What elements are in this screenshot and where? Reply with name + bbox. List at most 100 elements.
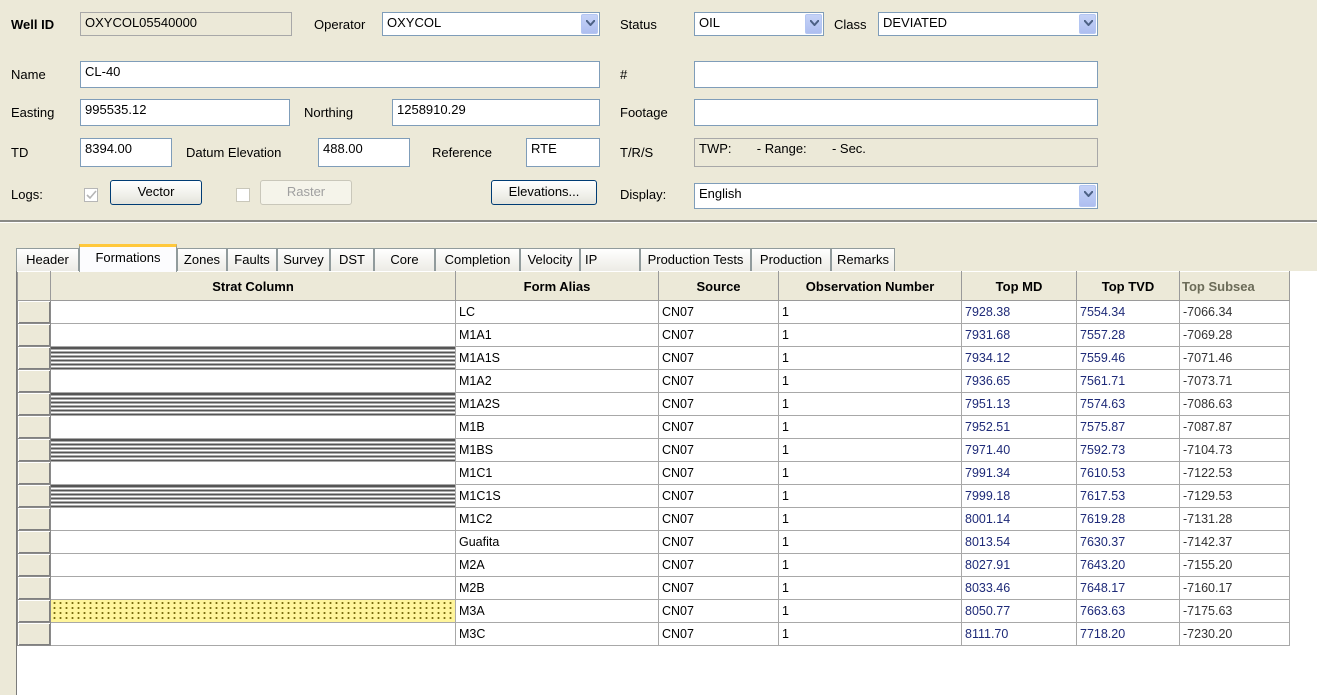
row-selector[interactable] bbox=[17, 300, 51, 324]
observation-number-cell[interactable]: 1 bbox=[778, 622, 962, 646]
observation-number-cell[interactable]: 1 bbox=[778, 323, 962, 347]
observation-number-cell[interactable]: 1 bbox=[778, 369, 962, 393]
observation-number-cell[interactable]: 1 bbox=[778, 392, 962, 416]
strat-column-cell[interactable] bbox=[50, 369, 456, 393]
table-row[interactable]: M1C1 CN07 1 7991.34 7610.53 -7122.53 bbox=[17, 461, 1290, 485]
top-tvd-cell[interactable]: 7663.63 bbox=[1076, 599, 1180, 623]
datum-elevation-input[interactable]: 488.00 bbox=[318, 138, 410, 167]
row-selector[interactable] bbox=[17, 323, 51, 347]
form-alias-cell[interactable]: M1B bbox=[455, 415, 659, 439]
top-md-cell[interactable]: 7934.12 bbox=[961, 346, 1077, 370]
form-alias-cell[interactable]: Guafita bbox=[455, 530, 659, 554]
column-header-source[interactable]: Source bbox=[658, 271, 779, 301]
name-input[interactable]: CL-40 bbox=[80, 61, 600, 88]
reference-input[interactable]: RTE bbox=[526, 138, 600, 167]
source-cell[interactable]: CN07 bbox=[658, 599, 779, 623]
top-md-cell[interactable]: 7971.40 bbox=[961, 438, 1077, 462]
row-selector[interactable] bbox=[17, 599, 51, 623]
row-selector[interactable] bbox=[17, 622, 51, 646]
footage-input[interactable] bbox=[694, 99, 1098, 126]
top-subsea-cell[interactable]: -7066.34 bbox=[1179, 300, 1290, 324]
top-subsea-cell[interactable]: -7160.17 bbox=[1179, 576, 1290, 600]
top-subsea-cell[interactable]: -7069.28 bbox=[1179, 323, 1290, 347]
observation-number-cell[interactable]: 1 bbox=[778, 576, 962, 600]
status-select[interactable]: OIL bbox=[694, 12, 824, 36]
northing-input[interactable]: 1258910.29 bbox=[392, 99, 600, 126]
row-selector[interactable] bbox=[17, 346, 51, 370]
top-md-cell[interactable]: 8033.46 bbox=[961, 576, 1077, 600]
source-cell[interactable]: CN07 bbox=[658, 576, 779, 600]
form-alias-cell[interactable]: M3A bbox=[455, 599, 659, 623]
top-subsea-cell[interactable]: -7230.20 bbox=[1179, 622, 1290, 646]
form-alias-cell[interactable]: M3C bbox=[455, 622, 659, 646]
form-alias-cell[interactable]: M1BS bbox=[455, 438, 659, 462]
tab-faults[interactable]: Faults bbox=[227, 248, 277, 271]
strat-column-cell[interactable] bbox=[50, 530, 456, 554]
table-row[interactable]: M1A2 CN07 1 7936.65 7561.71 -7073.71 bbox=[17, 369, 1290, 393]
observation-number-cell[interactable]: 1 bbox=[778, 346, 962, 370]
table-row[interactable]: LC CN07 1 7928.38 7554.34 -7066.34 bbox=[17, 300, 1290, 324]
strat-column-cell[interactable] bbox=[50, 438, 456, 462]
row-selector[interactable] bbox=[17, 530, 51, 554]
top-tvd-cell[interactable]: 7574.63 bbox=[1076, 392, 1180, 416]
column-header-strat-column[interactable]: Strat Column bbox=[50, 271, 456, 301]
easting-input[interactable]: 995535.12 bbox=[80, 99, 290, 126]
tab-zones[interactable]: Zones bbox=[177, 248, 227, 271]
chevron-down-icon[interactable] bbox=[805, 14, 822, 34]
source-cell[interactable]: CN07 bbox=[658, 415, 779, 439]
tab-production[interactable]: Production bbox=[751, 248, 831, 271]
observation-number-cell[interactable]: 1 bbox=[778, 599, 962, 623]
row-selector-header[interactable] bbox=[17, 271, 51, 301]
source-cell[interactable]: CN07 bbox=[658, 507, 779, 531]
source-cell[interactable]: CN07 bbox=[658, 553, 779, 577]
tab-remarks[interactable]: Remarks bbox=[831, 248, 895, 271]
observation-number-cell[interactable]: 1 bbox=[778, 507, 962, 531]
source-cell[interactable]: CN07 bbox=[658, 323, 779, 347]
top-md-cell[interactable]: 7952.51 bbox=[961, 415, 1077, 439]
form-alias-cell[interactable]: M1C1 bbox=[455, 461, 659, 485]
row-selector[interactable] bbox=[17, 553, 51, 577]
form-alias-cell[interactable]: LC bbox=[455, 300, 659, 324]
raster-checkbox[interactable] bbox=[236, 188, 250, 202]
chevron-down-icon[interactable] bbox=[1079, 185, 1096, 207]
column-header-top-tvd[interactable]: Top TVD bbox=[1076, 271, 1180, 301]
strat-column-cell[interactable] bbox=[50, 599, 456, 623]
class-select[interactable]: DEVIATED bbox=[878, 12, 1098, 36]
column-header-observation-number[interactable]: Observation Number bbox=[778, 271, 962, 301]
chevron-down-icon[interactable] bbox=[581, 14, 598, 34]
top-md-cell[interactable]: 8050.77 bbox=[961, 599, 1077, 623]
top-tvd-cell[interactable]: 7554.34 bbox=[1076, 300, 1180, 324]
table-row[interactable]: M1C2 CN07 1 8001.14 7619.28 -7131.28 bbox=[17, 507, 1290, 531]
form-alias-cell[interactable]: M2B bbox=[455, 576, 659, 600]
top-subsea-cell[interactable]: -7142.37 bbox=[1179, 530, 1290, 554]
row-selector[interactable] bbox=[17, 484, 51, 508]
column-header-form-alias[interactable]: Form Alias bbox=[455, 271, 659, 301]
strat-column-cell[interactable] bbox=[50, 553, 456, 577]
top-subsea-cell[interactable]: -7131.28 bbox=[1179, 507, 1290, 531]
table-row[interactable]: M1C1S CN07 1 7999.18 7617.53 -7129.53 bbox=[17, 484, 1290, 508]
row-selector[interactable] bbox=[17, 507, 51, 531]
strat-column-cell[interactable] bbox=[50, 484, 456, 508]
tab-dst[interactable]: DST bbox=[330, 248, 374, 271]
observation-number-cell[interactable]: 1 bbox=[778, 484, 962, 508]
top-subsea-cell[interactable]: -7155.20 bbox=[1179, 553, 1290, 577]
form-alias-cell[interactable]: M2A bbox=[455, 553, 659, 577]
raster-button[interactable]: Raster bbox=[260, 180, 352, 205]
observation-number-cell[interactable]: 1 bbox=[778, 438, 962, 462]
source-cell[interactable]: CN07 bbox=[658, 622, 779, 646]
top-subsea-cell[interactable]: -7175.63 bbox=[1179, 599, 1290, 623]
top-subsea-cell[interactable]: -7071.46 bbox=[1179, 346, 1290, 370]
elevations-button[interactable]: Elevations... bbox=[491, 180, 597, 205]
top-tvd-cell[interactable]: 7648.17 bbox=[1076, 576, 1180, 600]
top-md-cell[interactable]: 7936.65 bbox=[961, 369, 1077, 393]
strat-column-cell[interactable] bbox=[50, 300, 456, 324]
source-cell[interactable]: CN07 bbox=[658, 392, 779, 416]
form-alias-cell[interactable]: M1C2 bbox=[455, 507, 659, 531]
row-selector[interactable] bbox=[17, 415, 51, 439]
strat-column-cell[interactable] bbox=[50, 576, 456, 600]
top-tvd-cell[interactable]: 7619.28 bbox=[1076, 507, 1180, 531]
tab-ip[interactable]: IP bbox=[580, 248, 640, 271]
form-alias-cell[interactable]: M1C1S bbox=[455, 484, 659, 508]
top-md-cell[interactable]: 7931.68 bbox=[961, 323, 1077, 347]
strat-column-cell[interactable] bbox=[50, 415, 456, 439]
